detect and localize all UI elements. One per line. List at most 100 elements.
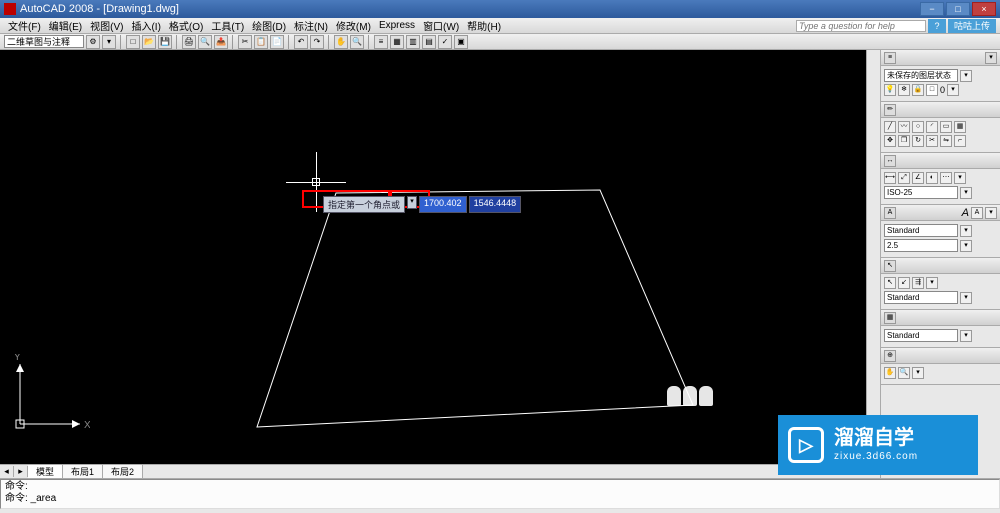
pan-icon[interactable]: ✋ — [334, 35, 348, 49]
nav-pan-icon[interactable]: ✋ — [884, 367, 896, 379]
rotate-icon[interactable]: ↻ — [912, 135, 924, 147]
sheet-set-icon[interactable]: ▤ — [422, 35, 436, 49]
layer-color-icon[interactable]: □ — [926, 84, 938, 96]
menu-modify[interactable]: 修改(M) — [332, 18, 375, 33]
dim-aligned-icon[interactable]: ⤢ — [898, 172, 910, 184]
close-button[interactable]: × — [972, 2, 996, 16]
layer-state-combo[interactable] — [884, 69, 958, 82]
nav-more-icon[interactable]: ▾ — [912, 367, 924, 379]
mtext-icon[interactable]: A — [971, 207, 983, 219]
copy2-icon[interactable]: ❐ — [898, 135, 910, 147]
dim-style-dropdown-icon[interactable]: ▾ — [960, 187, 972, 199]
dim-style-combo[interactable] — [884, 186, 958, 199]
panel-collapse-icon[interactable]: ▾ — [985, 52, 997, 64]
menu-dimension[interactable]: 标注(N) — [290, 18, 332, 33]
dynamic-value-x[interactable]: 1700.402 — [419, 196, 467, 213]
preview-icon[interactable]: 🔍 — [198, 35, 212, 49]
table-style-combo[interactable] — [884, 329, 958, 342]
panel-head-draw[interactable]: ✏ — [881, 102, 1000, 118]
menu-draw[interactable]: 绘图(D) — [248, 18, 290, 33]
properties-icon[interactable]: ≡ — [374, 35, 388, 49]
design-center-icon[interactable]: ▦ — [390, 35, 404, 49]
zoom-icon[interactable]: 🔍 — [350, 35, 364, 49]
tool-palettes-icon[interactable]: ▥ — [406, 35, 420, 49]
publish-icon[interactable]: 📤 — [214, 35, 228, 49]
trim-icon[interactable]: ✂ — [926, 135, 938, 147]
layer-on-icon[interactable]: 💡 — [884, 84, 896, 96]
dynamic-value-y[interactable]: 1546.4448 — [469, 196, 522, 213]
tab-scroll-right-icon[interactable]: ▸ — [14, 466, 28, 477]
menu-express[interactable]: Express — [375, 20, 419, 31]
table-style-dropdown-icon[interactable]: ▾ — [960, 330, 972, 342]
menu-insert[interactable]: 插入(I) — [127, 18, 164, 33]
paste-icon[interactable]: 📄 — [270, 35, 284, 49]
panel-head-layers[interactable]: ≡ ▾ — [881, 50, 1000, 66]
panel-head-table[interactable]: ▦ — [881, 310, 1000, 326]
dim-continue-icon[interactable]: ⋯ — [940, 172, 952, 184]
menu-window[interactable]: 窗口(W) — [419, 18, 463, 33]
mleader-align-icon[interactable]: ⇶ — [912, 277, 924, 289]
dynamic-toggle-icon[interactable]: ▾ — [407, 196, 417, 209]
layer-state-dropdown-icon[interactable]: ▾ — [960, 70, 972, 82]
pline-icon[interactable]: 〰 — [898, 121, 910, 133]
mleader-remove-icon[interactable]: ↙ — [898, 277, 910, 289]
cut-icon[interactable]: ✂ — [238, 35, 252, 49]
markup-icon[interactable]: ✓ — [438, 35, 452, 49]
dim-radius-icon[interactable]: ◐ — [926, 172, 938, 184]
hatch-icon[interactable]: ▦ — [954, 121, 966, 133]
move-icon[interactable]: ✥ — [884, 135, 896, 147]
mleader-add-icon[interactable]: ↖ — [884, 277, 896, 289]
menu-view[interactable]: 视图(V) — [86, 18, 127, 33]
open-icon[interactable]: 📂 — [142, 35, 156, 49]
tab-model[interactable]: 模型 — [28, 465, 63, 478]
new-icon[interactable]: □ — [126, 35, 140, 49]
layer-lock-icon[interactable]: 🔒 — [912, 84, 924, 96]
layer-dropdown-icon[interactable]: ▾ — [947, 84, 959, 96]
redo-icon[interactable]: ↷ — [310, 35, 324, 49]
tab-layout2[interactable]: 布局2 — [103, 465, 143, 478]
workspace-save-icon[interactable]: ▾ — [102, 35, 116, 49]
fillet-icon[interactable]: ⌐ — [954, 135, 966, 147]
mleader-style-dropdown-icon[interactable]: ▾ — [960, 292, 972, 304]
help-search-input[interactable] — [796, 20, 926, 32]
menu-tools[interactable]: 工具(T) — [207, 18, 248, 33]
menu-file[interactable]: 文件(F) — [4, 18, 45, 33]
arc-icon[interactable]: ◜ — [926, 121, 938, 133]
minimize-button[interactable]: − — [920, 2, 944, 16]
workspace-combo[interactable] — [4, 35, 84, 48]
menu-format[interactable]: 格式(O) — [165, 18, 207, 33]
line-icon[interactable]: ╱ — [884, 121, 896, 133]
text-height-dropdown-icon[interactable]: ▾ — [960, 240, 972, 252]
rect-icon[interactable]: ▭ — [940, 121, 952, 133]
text-height-field[interactable] — [884, 239, 958, 252]
save-icon[interactable]: 💾 — [158, 35, 172, 49]
panel-head-nav[interactable]: ⊕ — [881, 348, 1000, 364]
dim-more-icon[interactable]: ▾ — [954, 172, 966, 184]
print-icon[interactable]: 🖨 — [182, 35, 196, 49]
workspace-settings-icon[interactable]: ⚙ — [86, 35, 100, 49]
panel-head-text[interactable]: A A A ▾ — [881, 205, 1000, 221]
undo-icon[interactable]: ↶ — [294, 35, 308, 49]
dim-angular-icon[interactable]: ∠ — [912, 172, 924, 184]
mirror-icon[interactable]: ⇋ — [940, 135, 952, 147]
nav-zoom-icon[interactable]: 🔍 — [898, 367, 910, 379]
tab-layout1[interactable]: 布局1 — [63, 465, 103, 478]
panel-head-dimension[interactable]: ↔ — [881, 153, 1000, 169]
drawing-canvas[interactable]: 指定第一个角点或 ▾ 1700.402 1546.4448 X Y — [0, 50, 866, 464]
text-style-combo[interactable] — [884, 224, 958, 237]
mleader-collect-icon[interactable]: ▾ — [926, 277, 938, 289]
text-style-dropdown-icon[interactable]: ▾ — [960, 225, 972, 237]
upload-button[interactable]: 咕咕上传 — [948, 19, 996, 33]
menu-help[interactable]: 帮助(H) — [463, 18, 505, 33]
command-line[interactable]: 命令: 命令: _area — [0, 479, 1000, 509]
layer-freeze-icon[interactable]: ❄ — [898, 84, 910, 96]
mleader-style-combo[interactable] — [884, 291, 958, 304]
menu-edit[interactable]: 编辑(E) — [45, 18, 86, 33]
panel-head-mleader[interactable]: ↖ — [881, 258, 1000, 274]
calc-icon[interactable]: ▣ — [454, 35, 468, 49]
vertical-scrollbar[interactable] — [866, 50, 880, 464]
circle-icon[interactable]: ○ — [912, 121, 924, 133]
text-more-icon[interactable]: ▾ — [985, 207, 997, 219]
help-icon[interactable]: ? — [928, 19, 946, 33]
copy-icon[interactable]: 📋 — [254, 35, 268, 49]
